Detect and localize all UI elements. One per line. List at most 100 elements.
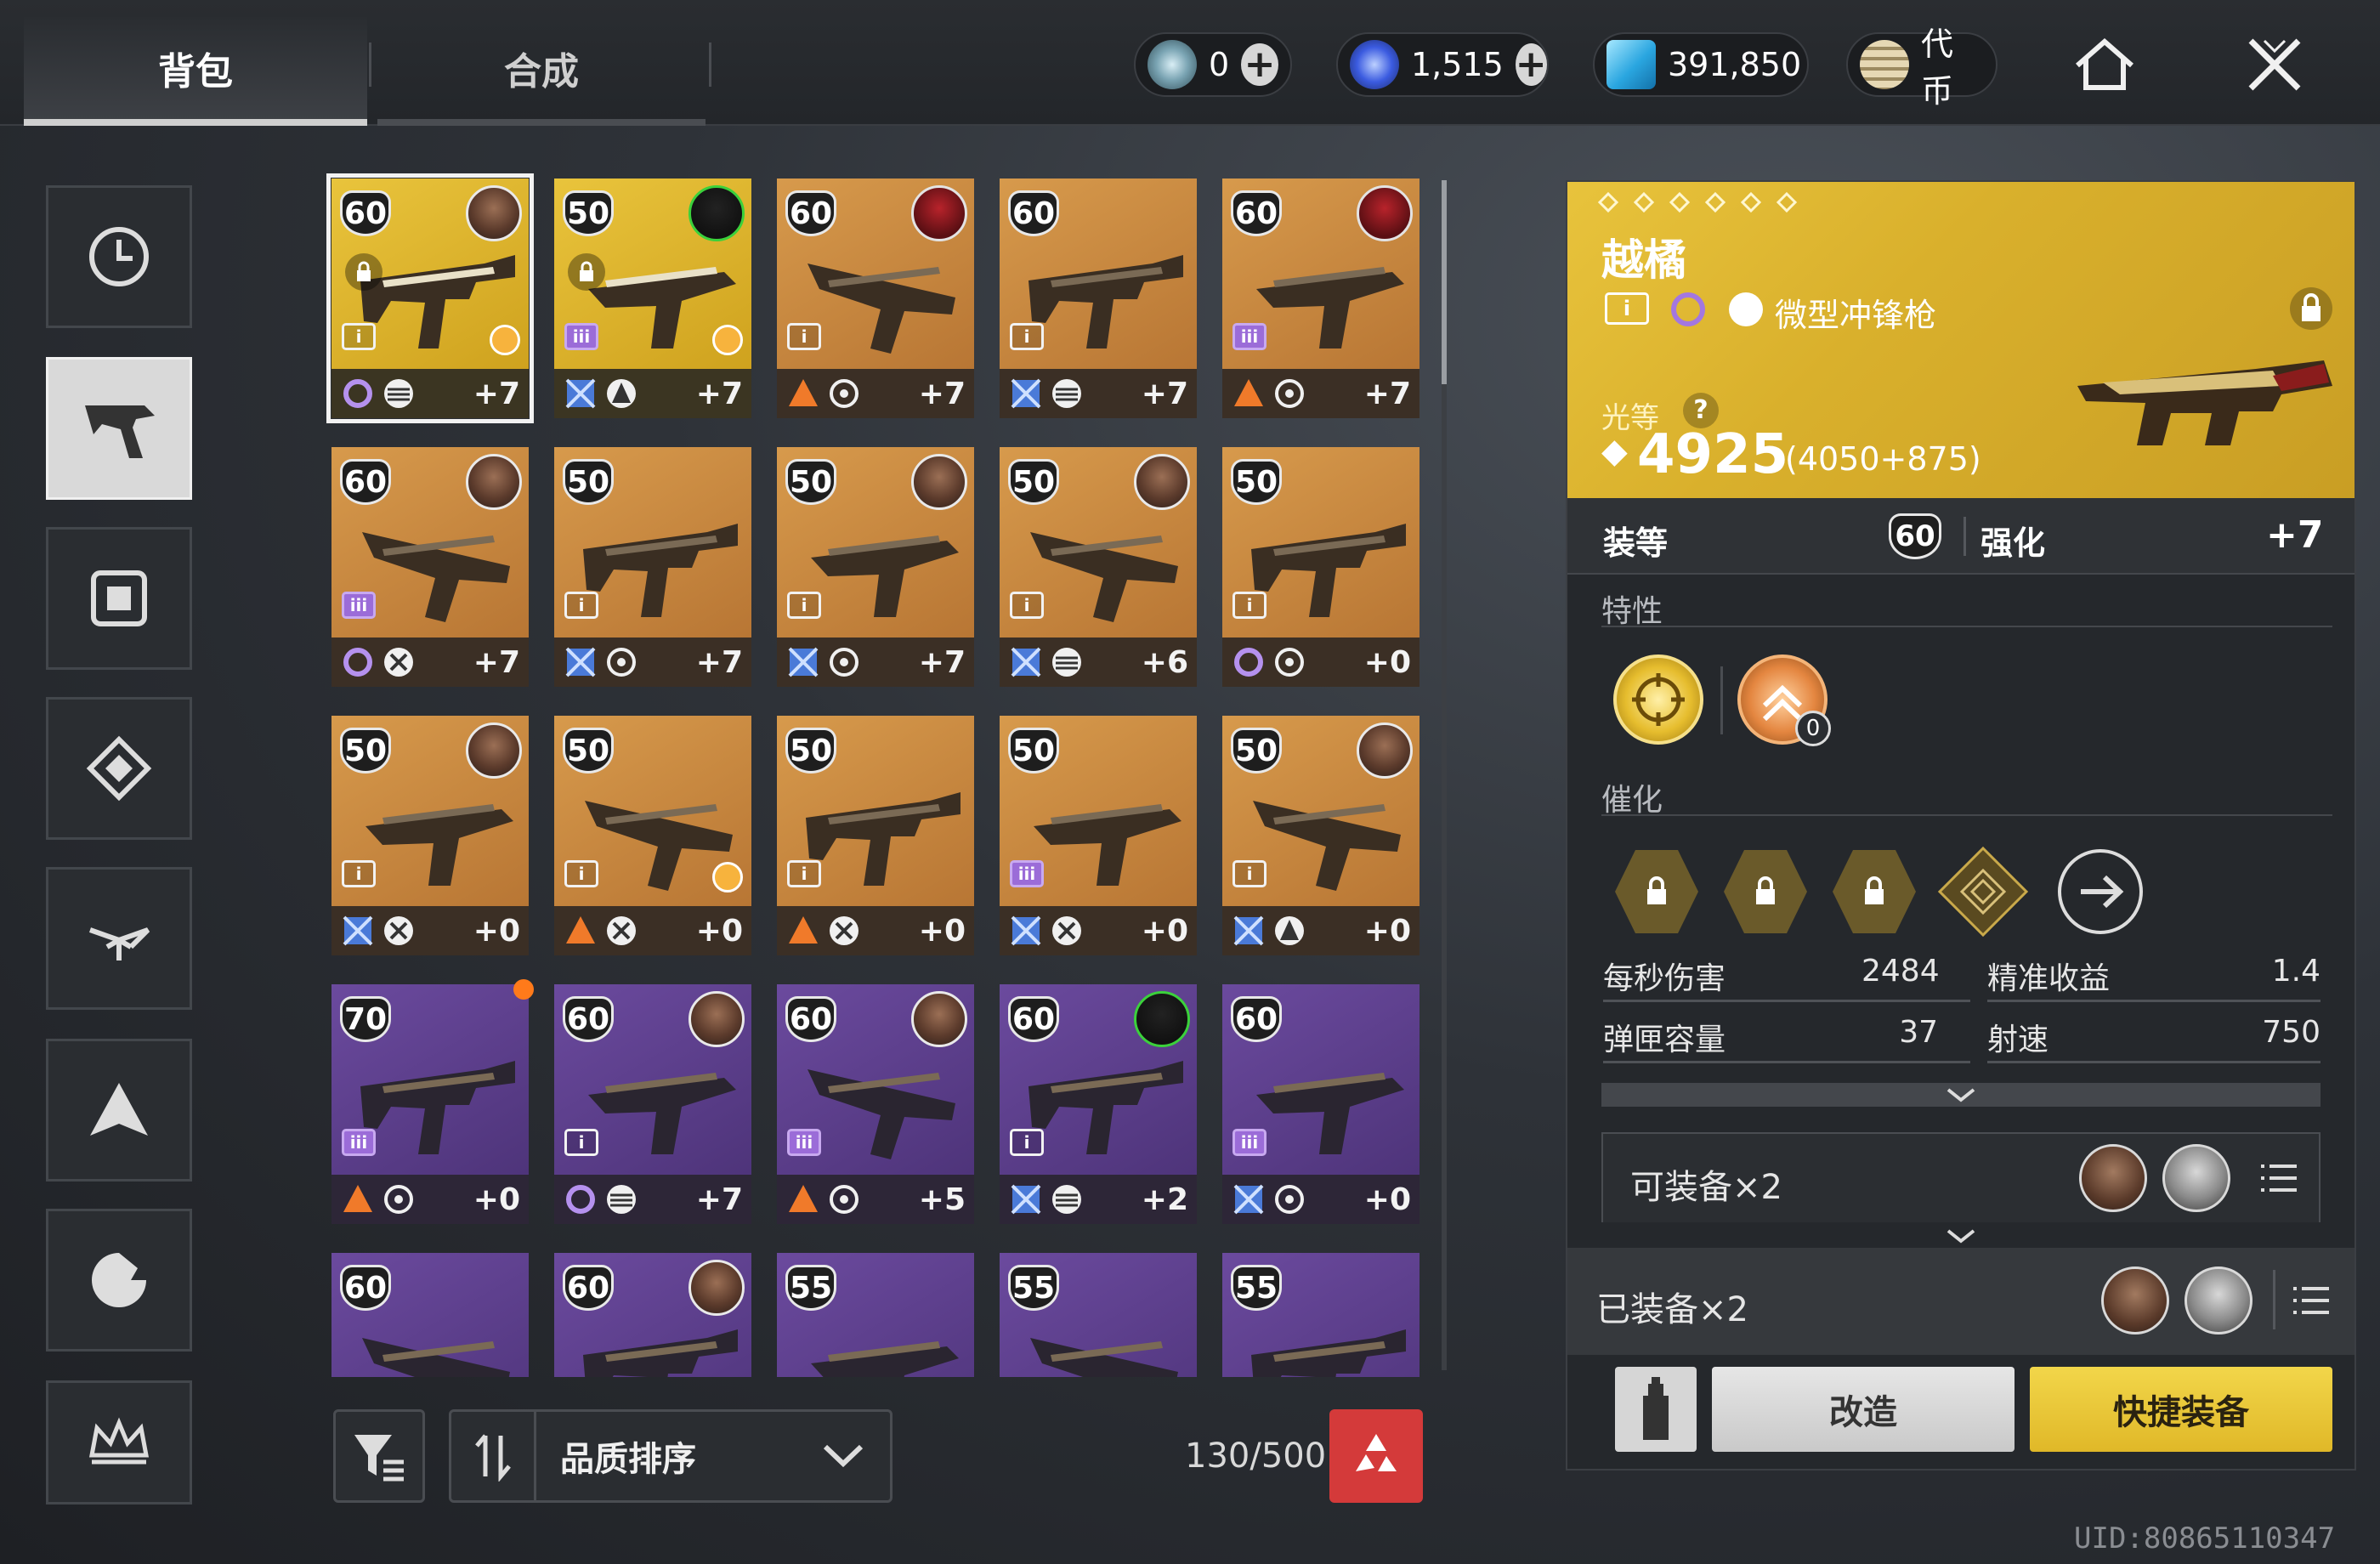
inventory-slot[interactable]: 60 (332, 1253, 529, 1377)
grid-scroll-thumb[interactable] (1442, 180, 1447, 384)
tab-bag[interactable]: 背包 (24, 17, 367, 126)
weapon-card[interactable]: 50 i +0 (332, 716, 529, 955)
trait-perk-1[interactable] (1613, 654, 1703, 745)
currency-silver[interactable]: 0 + (1134, 32, 1292, 97)
enhance-level: +7 (1363, 376, 1411, 411)
weapon-card[interactable]: 55 (1000, 1253, 1197, 1377)
currency-glimmer[interactable]: 391,850 (1593, 32, 1809, 97)
weapon-card[interactable]: 50 i +6 (1000, 447, 1197, 687)
inventory-slot[interactable]: 60 iii +7 (332, 447, 529, 687)
weapon-card[interactable]: 50 i +0 (554, 716, 751, 955)
currency-crystal[interactable]: 1,515 + (1336, 32, 1549, 97)
sidebar-emblem[interactable] (46, 867, 192, 1010)
weapon-card[interactable]: 60 iii +5 (777, 984, 974, 1224)
sidebar-armor[interactable] (46, 527, 192, 670)
character-avatar[interactable] (2101, 1266, 2169, 1334)
weapon-card[interactable]: 50 i +0 (1222, 716, 1420, 955)
weapon-card[interactable]: 60 (332, 1253, 529, 1377)
sidebar-weapons[interactable] (46, 357, 192, 500)
inventory-slot[interactable]: 60 i +7 (777, 178, 974, 418)
inventory-slot[interactable]: 50 i +7 (554, 447, 751, 687)
inventory-slot[interactable]: 55 (777, 1253, 974, 1377)
weapon-card[interactable]: 60 i +7 (1000, 178, 1197, 418)
recycle-button[interactable] (1329, 1409, 1423, 1503)
equipped-row[interactable]: 已装备×2 (1567, 1248, 2354, 1355)
inventory-slot[interactable]: 55 (1000, 1253, 1197, 1377)
weapon-card[interactable]: 60 i +7 (554, 984, 751, 1224)
inventory-slot[interactable]: 60 iii +0 (1222, 984, 1420, 1224)
catalyst-slot-locked[interactable] (1719, 845, 1812, 938)
sidebar-recent[interactable] (46, 185, 192, 328)
character-avatar[interactable] (2162, 1144, 2230, 1212)
add-currency-button[interactable]: + (1515, 43, 1547, 86)
inventory-slot[interactable]: 60 i +7 (554, 984, 751, 1224)
weapon-card[interactable]: 60 (554, 1253, 751, 1377)
catalyst-slot-locked[interactable] (1610, 845, 1703, 938)
inventory-slot[interactable]: 60 i +7 (1000, 178, 1197, 418)
weapon-card[interactable]: 55 (777, 1253, 974, 1377)
catalyst-slot-locked[interactable] (1828, 845, 1921, 938)
weapon-card[interactable]: 60 iii +7 (1222, 178, 1420, 418)
inventory-slot[interactable]: 60 i +7 (326, 173, 534, 423)
filter-button[interactable] (333, 1409, 425, 1503)
inventory-slot[interactable]: 50 i +0 (1222, 447, 1420, 687)
stats-expand-button[interactable] (1601, 1083, 2320, 1107)
weapon-card[interactable]: 50 iii +0 (1000, 716, 1197, 955)
sort-dropdown[interactable]: 品质排序 (449, 1409, 892, 1503)
inventory-slot[interactable]: 50 iii +0 (1000, 716, 1197, 955)
lock-toggle[interactable] (2290, 287, 2332, 330)
inventory-slot[interactable]: 50 i +7 (777, 447, 974, 687)
inventory-slot[interactable]: 50 i +0 (554, 716, 751, 955)
weapon-card[interactable]: 50 i +0 (1222, 447, 1420, 687)
inventory-slot[interactable]: 50 i +6 (1000, 447, 1197, 687)
catalyst-pattern-slot[interactable] (1936, 845, 2030, 938)
sort-direction-button[interactable] (451, 1412, 536, 1500)
add-currency-button[interactable]: + (1241, 43, 1278, 86)
inventory-slot[interactable]: 60 (554, 1253, 751, 1377)
quick-equip-button[interactable]: 快捷装备 (2030, 1367, 2332, 1452)
inventory-slot[interactable]: 60 iii +7 (1222, 178, 1420, 418)
weapon-card[interactable]: 50 i +0 (777, 716, 974, 955)
home-button[interactable] (2054, 26, 2156, 104)
list-icon[interactable] (2290, 1284, 2332, 1318)
weapon-level: 50 (1008, 459, 1059, 505)
inventory-slot[interactable]: 50 i +0 (332, 716, 529, 955)
list-icon[interactable] (2258, 1161, 2300, 1195)
inventory-slot[interactable]: 50 i +0 (1222, 716, 1420, 955)
weapon-card[interactable]: 55 (1222, 1253, 1420, 1377)
inventory-slot[interactable]: 55 (1222, 1253, 1420, 1377)
inventory-slot[interactable]: 50 i +0 (777, 716, 974, 955)
weapon-card[interactable]: 50 i +7 (554, 447, 751, 687)
equipable-row[interactable]: 可装备×2 (1601, 1132, 2320, 1222)
inventory-slot[interactable]: 60 i +2 (1000, 984, 1197, 1224)
modify-button[interactable]: 改造 (1712, 1367, 2014, 1452)
weapon-card[interactable]: 60 i +7 (326, 173, 534, 423)
character-avatar[interactable] (2079, 1144, 2147, 1212)
weapon-art: 60 i (1000, 984, 1197, 1175)
weapon-card[interactable]: 60 iii +0 (1222, 984, 1420, 1224)
inventory-slot[interactable]: 70 iii +0 (332, 979, 534, 1224)
weapon-card[interactable]: 60 i +2 (1000, 984, 1197, 1224)
sidebar-ship[interactable] (46, 1039, 192, 1182)
tab-craft[interactable]: 合成 (377, 17, 706, 126)
weapon-preview-image (2077, 360, 2332, 445)
character-avatar[interactable] (2184, 1266, 2252, 1334)
weapon-card[interactable]: 60 i +7 (777, 178, 974, 418)
close-button[interactable] (2224, 26, 2326, 104)
shader-button[interactable] (1615, 1367, 1697, 1452)
weapon-card[interactable]: 70 iii +0 (332, 979, 534, 1224)
weapon-card[interactable]: 60 iii +7 (332, 447, 529, 687)
sidebar-sparrow[interactable] (46, 1209, 192, 1352)
weapon-level: 60 (1231, 996, 1282, 1042)
silver-orb-icon (1148, 40, 1197, 89)
sidebar-ghost[interactable] (46, 697, 192, 840)
weapon-card[interactable]: 50 i +7 (777, 447, 974, 687)
inventory-slot[interactable]: 50 iii +7 (554, 178, 751, 418)
crown-icon (88, 1417, 150, 1465)
inventory-slot[interactable]: 60 iii +5 (777, 984, 974, 1224)
weapon-card[interactable]: 50 iii +7 (554, 178, 751, 418)
catalyst-next-button[interactable] (2054, 845, 2147, 938)
sidebar-finisher[interactable] (46, 1380, 192, 1504)
weapon-image (1253, 801, 1401, 891)
currency-token[interactable]: 代币 (1846, 26, 1998, 110)
